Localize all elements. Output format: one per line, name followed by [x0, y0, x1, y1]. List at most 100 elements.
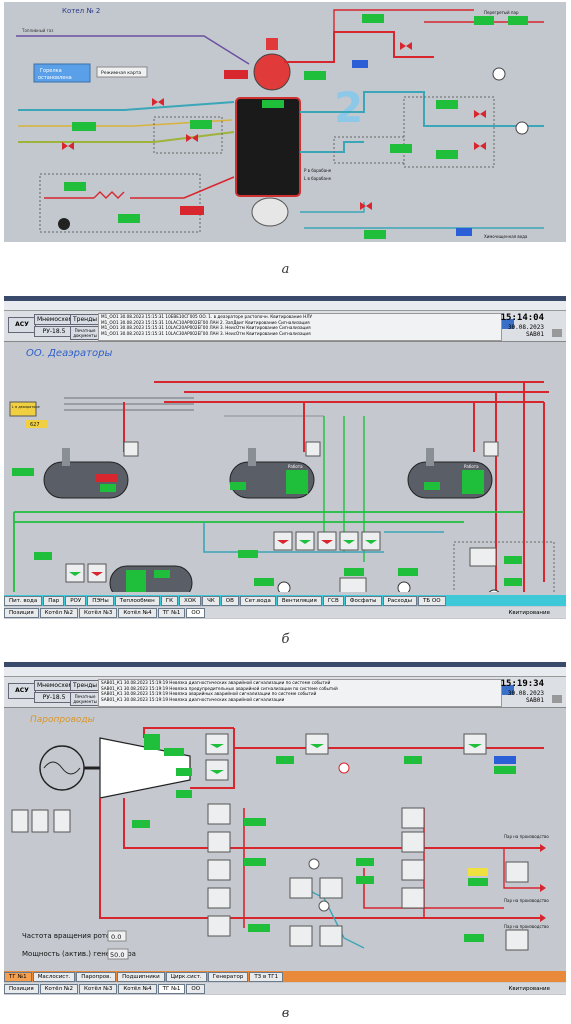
level-alarm-label: L в деаэраторе [12, 405, 40, 409]
pump-icon[interactable] [488, 589, 500, 592]
nav-tab[interactable]: Пар [43, 595, 65, 606]
alarm-row[interactable]: SAB01_К1 30.08.2023 15:19:19 Невязка диа… [101, 697, 501, 703]
clock-time: 15:19:34 [500, 679, 544, 689]
bottom-drum [251, 197, 289, 227]
bottom-tab[interactable]: ОО [186, 983, 206, 994]
nav-tab[interactable]: Расходы [382, 595, 418, 606]
nav-tab[interactable]: ПЭНы [87, 595, 114, 606]
cond-tank [109, 565, 193, 592]
nav-tab[interactable]: Паропров. [76, 971, 117, 982]
steam-headers [154, 381, 549, 403]
blue-indicator-2 [456, 228, 472, 236]
trends-tab[interactable]: Тренды [70, 680, 100, 691]
fuel-gas-label: Топливный газ [21, 28, 53, 33]
caption-b: б [281, 632, 290, 647]
steam-out-label: Перегретый пар [484, 10, 519, 15]
flow-arrows [540, 844, 546, 922]
power-value: 50.0 [110, 951, 124, 959]
bottom-tab[interactable]: Позиция [4, 607, 39, 618]
nav-tab[interactable]: Вентиляция [276, 595, 322, 606]
boiler-schematic: Котел № 2 Топливный газ Горелка остановл… [16, 7, 544, 239]
tank-status: Работа [288, 464, 303, 469]
nav-tab[interactable]: ЧК [202, 595, 220, 606]
nav-tab[interactable]: Цирк.сист. [165, 971, 207, 982]
clock-time: 15:14:04 [500, 313, 544, 323]
clock-date: 30.08.2023 [507, 324, 544, 331]
burner-status-text: Горелка [40, 68, 62, 74]
toolbar: ▪▪▪▪▪▪▪▪▪▪▪▪▪▪▪▪▪▪▪▪▪▪▪▪ [4, 667, 566, 684]
print-tab[interactable]: Печатные документы [70, 326, 100, 340]
acs-button[interactable]: АСУ [8, 683, 36, 699]
bottom-tab[interactable]: Котёл №3 [78, 983, 118, 994]
level-alarm-value: 627 [30, 422, 40, 428]
gray-pipes [64, 397, 194, 411]
blue-indicator [352, 60, 368, 68]
nav-tab-active[interactable]: ТГ №1 [4, 971, 32, 982]
orifice-icon [318, 900, 330, 912]
bottom-tab[interactable]: Котёл №2 [39, 607, 78, 618]
nav-tab[interactable]: ХОК [179, 595, 202, 606]
mnemo-tab[interactable]: Мнемосхемы [34, 680, 78, 691]
header-bar: АСУ Мнемосхемы Тренды РУ-18.5 Печатные д… [4, 677, 566, 708]
nav-tab[interactable]: ГК [160, 595, 179, 606]
alarm-list[interactable]: SAB01_К1 30.08.2023 15:19:19 Невязка диа… [98, 679, 502, 707]
economizer-pipe [300, 141, 364, 153]
heat-exchanger-coil [93, 191, 125, 199]
close-icon[interactable] [552, 329, 562, 337]
fan-icon [58, 218, 70, 230]
alarm-row[interactable]: М1_ОО1 30.08.2023 15:15:31 10LAC30AP002Е… [101, 331, 501, 337]
page-title: ОО. Деаэраторы [26, 348, 112, 359]
scada-panel-boiler: Котел № 2 Топливный газ Горелка остановл… [4, 2, 566, 242]
drum-vessel [253, 53, 291, 91]
nav-tab[interactable]: Фосфаты [344, 595, 382, 606]
line-label: Пар на производство [504, 834, 549, 839]
close-icon[interactable] [552, 695, 562, 703]
smoke-exhaust-icon [492, 67, 506, 81]
nav-tab[interactable]: Маслосист. [32, 971, 76, 982]
nav-tab[interactable]: ТЗ в ТГ1 [249, 971, 284, 982]
nav-tab[interactable]: Генератор [207, 971, 249, 982]
speed-value: 0.0 [111, 933, 121, 941]
acs-button[interactable]: АСУ [8, 317, 36, 333]
nav-tab[interactable]: ОВ [220, 595, 239, 606]
drum-valve [266, 38, 278, 50]
branch-pipes [243, 808, 504, 928]
pump-icon[interactable] [397, 581, 411, 592]
caption-c: в [281, 1006, 290, 1021]
nav-tab[interactable]: Пит. вода [4, 595, 43, 606]
drum-pressure-label: P в барабане [304, 168, 332, 173]
ru-label: РУ-18.5 [34, 326, 74, 337]
mnemo-tab[interactable]: Мнемосхемы [34, 314, 78, 325]
bottom-tab-active[interactable]: ТГ №1 [157, 983, 186, 994]
scada-panel-deaerators: ▪▪▪▪▪▪▪▪▪▪▪▪▪▪▪▪▪▪▪▪▪▪▪▪ АСУ Мнемосхемы … [4, 296, 566, 619]
user-label: SAB01 [525, 697, 544, 704]
bottom-tab[interactable]: Котёл №4 [118, 607, 157, 618]
panel-a-title: Котел № 2 [62, 7, 100, 15]
unit-number: 2 [334, 83, 363, 132]
nav-tab[interactable]: Сет.вода [239, 595, 276, 606]
nav-tab[interactable]: РОУ [65, 595, 87, 606]
pump-icon[interactable] [277, 581, 291, 592]
print-tab[interactable]: Печатные документы [70, 692, 100, 706]
nav-tab[interactable]: Теплообмен [114, 595, 160, 606]
steamline-schematic: Паропроводы Пар на производство Пар на п… [11, 715, 549, 960]
fuel-gas-pipe [16, 35, 250, 65]
bottom-tab-active[interactable]: ОО [186, 607, 206, 618]
trends-tab[interactable]: Тренды [70, 314, 100, 325]
line-label: Пар на производство [504, 924, 549, 929]
alarm-list[interactable]: М1_ОО1 30.08.2023 15:15:31 10ЕВЕ10СГ005 … [98, 313, 502, 341]
ack-label[interactable]: Квитирование [508, 986, 550, 992]
nav-tab[interactable]: ТБ ОО [418, 595, 446, 606]
page-title: Паропроводы [30, 715, 95, 725]
nav-tab[interactable]: Подшипники [117, 971, 165, 982]
bottom-tab[interactable]: Котёл №4 [118, 983, 157, 994]
ack-label[interactable]: Квитирование [508, 610, 550, 616]
bottom-tab[interactable]: Позиция [4, 983, 39, 994]
bottom-tab[interactable]: Котёл №3 [78, 607, 118, 618]
steam-top-pipe [333, 9, 474, 32]
mode-card-label: Режимная карта [101, 70, 141, 76]
nav-tab[interactable]: ГСВ [322, 595, 344, 606]
deaerator-tank-3 [407, 448, 493, 499]
bottom-tab[interactable]: Котёл №2 [39, 983, 78, 994]
bottom-tab[interactable]: ТГ №1 [157, 607, 186, 618]
